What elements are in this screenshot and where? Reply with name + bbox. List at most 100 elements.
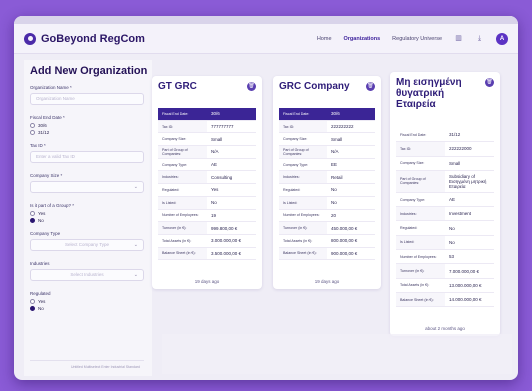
- row-value: 222222000: [449, 146, 472, 152]
- group-option-yes[interactable]: Yes: [30, 211, 152, 216]
- fiscal-option-31-12[interactable]: 31/12: [30, 130, 152, 135]
- row-key: Industries:: [279, 171, 327, 184]
- row-key: Part of Group of Companies:: [279, 146, 327, 158]
- row-key: Is Listed:: [279, 196, 327, 209]
- card-header: GRC Company 🗑: [279, 81, 375, 103]
- row-value: AE: [211, 162, 218, 168]
- row-value: Small: [211, 136, 223, 142]
- row-key: Tax ID:: [279, 120, 327, 133]
- nav-regulatory-universe[interactable]: Regulatory Universe: [392, 36, 442, 42]
- nav-home[interactable]: Home: [317, 36, 332, 42]
- row-key: Industries:: [396, 207, 445, 221]
- row-value: 999.800,00 €: [211, 225, 238, 231]
- card-timestamp: 19 days ago: [314, 279, 340, 284]
- row-key: Number of Employees:: [283, 213, 320, 218]
- card-title: Μη εισηγμένη θυγατρική Εταιρεία: [396, 77, 462, 110]
- regulated-label: Regulated: [30, 291, 51, 296]
- row-key: Turnover (in €):: [279, 222, 327, 234]
- organization-card[interactable]: Μη εισηγμένη θυγατρική Εταιρεία 🗑 Fiscal E…: [390, 72, 500, 336]
- fiscal-option-30-6[interactable]: 30/6: [30, 123, 152, 128]
- card-timestamp: 19 days ago: [194, 279, 220, 284]
- company-type-label: Company Type: [30, 231, 61, 236]
- group-option-no[interactable]: No: [30, 218, 152, 223]
- row-value: Small: [331, 136, 343, 142]
- row-value: 30/6: [327, 108, 375, 120]
- row-value: N/A: [331, 149, 339, 155]
- organization-card[interactable]: GRC Company 🗑 Fiscal End Date: 30/6 Tax ID: 2…: [273, 76, 381, 289]
- row-value: 30/6: [207, 108, 256, 120]
- radio-icon: [30, 211, 35, 216]
- row-value: No: [211, 200, 217, 206]
- card-row: Fiscal End Date: 31/12: [396, 128, 494, 143]
- download-icon[interactable]: ⤓: [475, 34, 484, 43]
- row-key: Balance Sheet (in €):: [279, 247, 327, 260]
- card-row: Company Type: AE: [158, 159, 256, 172]
- row-value: 31/12: [449, 132, 461, 138]
- trash-icon[interactable]: 🗑: [485, 78, 494, 87]
- add-organization-form: Add New Organization Organization Name *…: [24, 60, 152, 376]
- avatar[interactable]: A: [496, 32, 508, 45]
- row-key: Part of Group of Companies:: [396, 170, 445, 192]
- row-value: AE: [449, 197, 456, 203]
- row-key: Tax ID:: [158, 120, 207, 133]
- tax-id-label: Tax ID *: [30, 143, 46, 148]
- row-value: 222222222: [331, 124, 354, 130]
- card-row: Turnover (in €): 999.800,00 €: [158, 222, 256, 235]
- row-value: No: [331, 200, 337, 206]
- row-value: Investment: [449, 211, 472, 217]
- row-key: Company Type:: [162, 162, 188, 167]
- nav-organizations[interactable]: Organizations: [344, 36, 381, 42]
- row-key: Regulated:: [162, 187, 180, 192]
- card-row: Tax ID: 222222000: [396, 142, 494, 157]
- card-row: Regulated: Yes: [158, 184, 256, 197]
- row-value: 800.000,00 €: [331, 238, 358, 244]
- card-header: GT GRC 🗑: [158, 81, 256, 103]
- card-header: Μη εισηγμένη θυγατρική Εταιρεία 🗑: [396, 77, 494, 123]
- regulated-option-no[interactable]: No: [30, 306, 152, 311]
- row-value: 20: [331, 212, 337, 218]
- company-type-select[interactable]: Select Company Type ⌄: [30, 239, 144, 251]
- card-row: Industries: Retail: [279, 171, 375, 185]
- chevron-down-icon: ⌄: [133, 242, 138, 248]
- brand[interactable]: GoBeyond RegCom: [24, 32, 145, 45]
- org-name-input[interactable]: Organization Name: [30, 93, 144, 105]
- card-row: Is Listed: No: [396, 235, 494, 251]
- company-size-select[interactable]: ⌄: [30, 181, 144, 193]
- row-key: Fiscal End Date:: [158, 108, 207, 120]
- row-value: 777777777: [211, 124, 234, 130]
- row-key: Regulated:: [400, 226, 418, 231]
- radio-checked-icon: [30, 218, 35, 223]
- row-value: No: [449, 225, 455, 231]
- card-row: Is Listed: No: [158, 196, 256, 210]
- card-row: Total Assets (in €): 800.000,00 €: [279, 235, 375, 248]
- regulated-option-yes[interactable]: Yes: [30, 299, 152, 304]
- card-row: Balance Sheet (in €): 900.000,00 €: [279, 247, 375, 261]
- bottom-placeholder-area: [162, 334, 512, 374]
- card-row: Industries: Investment: [396, 207, 494, 222]
- card-row: Total Assets (in €): 13.000.000,00 €: [396, 279, 494, 293]
- trash-icon[interactable]: 🗑: [366, 82, 375, 91]
- industries-select[interactable]: Select Industries ⌄: [30, 269, 144, 281]
- row-key: Total Assets (in €):: [283, 238, 313, 243]
- row-value: 900.000,00 €: [331, 250, 358, 256]
- row-key: Company Type:: [283, 162, 309, 167]
- nav-links: Home Organizations Regulatory Universe ▥…: [317, 32, 508, 45]
- row-value: N/A: [211, 149, 219, 155]
- fiscal-end-label: Fiscal End Date *: [30, 115, 65, 120]
- trash-icon[interactable]: 🗑: [247, 82, 256, 91]
- card-row: Balance Sheet (in €): 14.000.000,00 €: [396, 292, 494, 308]
- tax-id-input[interactable]: Enter a valid Tax ID: [30, 151, 144, 163]
- row-value: 53: [449, 254, 455, 260]
- row-value: No: [331, 187, 337, 193]
- card-title: GT GRC: [158, 81, 197, 92]
- row-value: 14.000.000,00 €: [449, 297, 482, 303]
- row-value: 19: [211, 212, 217, 218]
- card-row: Company Type: EE: [279, 159, 375, 172]
- row-value: 13.000.000,00 €: [449, 282, 482, 288]
- card-row: Part of Group of Companies: N/A: [279, 146, 375, 159]
- card-row: Turnover (in €): 7.000.000,00 €: [396, 264, 494, 279]
- card-row: Tax ID: 222222222: [279, 120, 375, 134]
- chart-icon[interactable]: ▥: [454, 34, 463, 43]
- organization-card[interactable]: GT GRC 🗑 Fiscal End Date: 30/6 Tax ID: 777777…: [152, 76, 262, 289]
- row-key: Regulated:: [283, 187, 301, 192]
